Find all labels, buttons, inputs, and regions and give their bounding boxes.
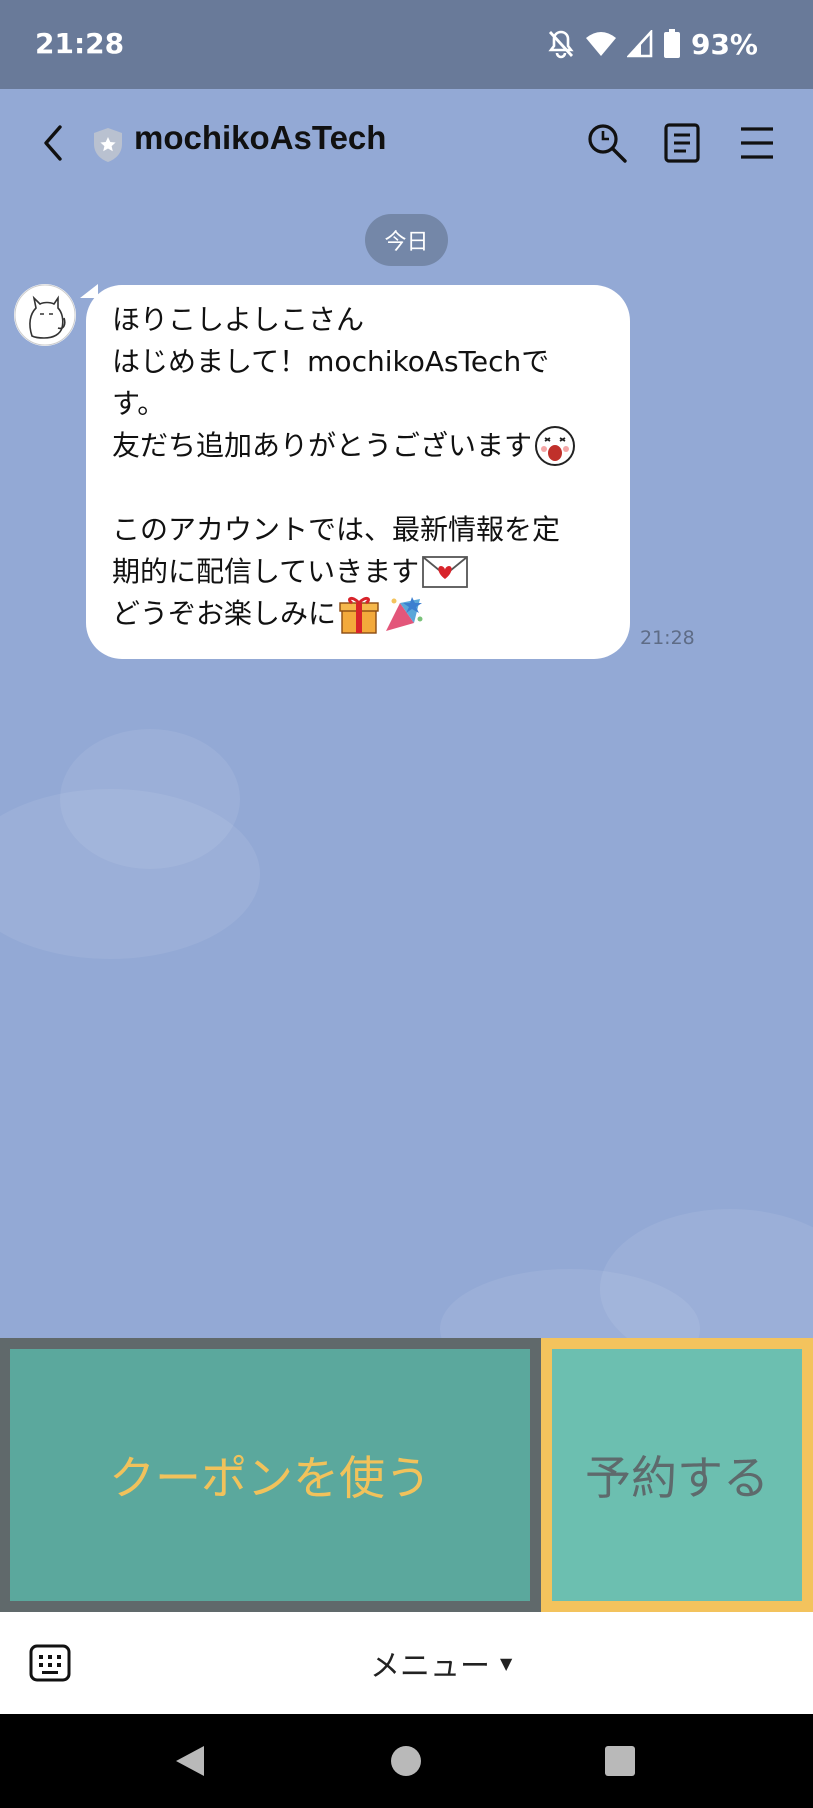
- system-navigation-bar: [0, 1714, 813, 1808]
- message-line-with-emoji: 友だち追加ありがとうございます: [112, 425, 604, 467]
- hamburger-menu-icon[interactable]: [733, 119, 781, 167]
- message-bubble[interactable]: ほりこしよしこさん はじめまして！mochikoAsTechで す。 友だち追加…: [86, 285, 630, 659]
- message-line: す。: [112, 387, 166, 420]
- input-bar: メニュー ▼: [0, 1612, 813, 1714]
- search-icon[interactable]: [583, 119, 631, 167]
- laughing-face-emoji-icon: [535, 426, 576, 466]
- reserve-button[interactable]: 予約する: [552, 1349, 802, 1601]
- message-text: 期的に配信していきます: [112, 555, 420, 588]
- status-bar: 21:28 93%: [0, 0, 813, 89]
- status-icons: 93%: [547, 24, 758, 64]
- signal-icon: [626, 30, 653, 58]
- status-time: 21:28: [35, 27, 125, 60]
- official-badge-icon: [94, 128, 122, 162]
- message-line: このアカウントでは、最新情報を定: [112, 513, 561, 546]
- message-line: ほりこしよしこさん: [112, 303, 365, 336]
- party-popper-emoji-icon: [386, 597, 423, 631]
- battery-icon: [663, 29, 680, 58]
- message-line-with-emoji: 期的に配信していきます: [112, 551, 604, 593]
- message-text: どうぞお楽しみに: [112, 597, 337, 630]
- caret-down-icon: ▼: [500, 1653, 513, 1673]
- love-letter-emoji-icon: [422, 556, 469, 588]
- message-time: 21:28: [640, 627, 695, 649]
- chat-area[interactable]: mochikoAsTech 今日 ほりこしよしこさん はじめまして！mochik…: [0, 89, 813, 1338]
- gift-emoji-icon: [339, 596, 379, 634]
- rich-menu: クーポンを使う 予約する: [0, 1338, 813, 1612]
- notes-icon[interactable]: [658, 119, 706, 167]
- nav-recents-icon[interactable]: [605, 1746, 635, 1776]
- nav-back-icon[interactable]: [174, 1744, 206, 1778]
- back-arrow-icon[interactable]: [34, 119, 70, 167]
- menu-toggle-button[interactable]: メニュー ▼: [370, 1640, 512, 1686]
- message-line: はじめまして！mochikoAsTechで: [112, 345, 550, 378]
- chat-title: mochikoAsTech: [134, 119, 387, 156]
- battery-percentage: 93%: [690, 27, 758, 61]
- menu-toggle-label: メニュー: [370, 1649, 490, 1684]
- date-separator: 今日: [365, 214, 448, 266]
- keyboard-icon[interactable]: [29, 1642, 71, 1684]
- cat-avatar-icon: [14, 284, 76, 346]
- message-line: [112, 467, 604, 509]
- chat-header: mochikoAsTech: [0, 89, 813, 197]
- message-text: 友だち追加ありがとうございます: [112, 429, 533, 462]
- reserve-button-frame: 予約する: [541, 1338, 813, 1612]
- wifi-icon: [585, 32, 616, 56]
- nav-home-icon[interactable]: [391, 1746, 421, 1776]
- avatar[interactable]: [14, 284, 76, 346]
- notifications-off-icon: [548, 30, 574, 59]
- coupon-button[interactable]: クーポンを使う: [10, 1349, 530, 1601]
- message-line-with-emoji: どうぞお楽しみに: [112, 593, 604, 635]
